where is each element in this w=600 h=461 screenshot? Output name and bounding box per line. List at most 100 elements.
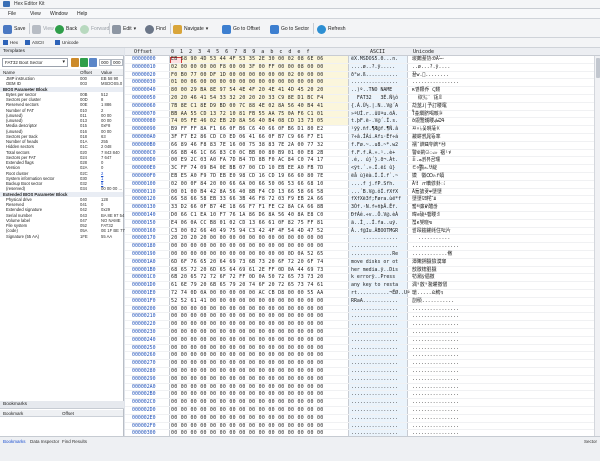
row-unicode[interactable]: 剒䅡........... [412, 298, 454, 306]
find-button[interactable]: Find [145, 23, 166, 35]
hex-row[interactable]: 00000100 02 00 0F 84 20 00 66 6A 00 66 50… [125, 181, 600, 189]
row-ascii[interactable]: ................ [351, 376, 398, 384]
row-ascii[interactable]: ä..Ì¸..Í.fa..uÿ. [351, 220, 398, 228]
row-ascii[interactable]: <ÿt.´.».Í.ëî û} [351, 165, 395, 173]
menu-view[interactable]: View [30, 11, 41, 17]
row-bytes[interactable]: 3C FF 74 09 B4 0E BB 07 00 CD 10 EB EE A… [171, 165, 324, 173]
row-unicode[interactable]: 莻莁ꓙ|予訂䁖䆴 [412, 103, 447, 111]
row-ascii[interactable]: ................ [351, 391, 398, 399]
hex-row[interactable]: 00000200 00 00 00 00 00 00 00 00 00 00 00… [125, 306, 600, 314]
row-ascii[interactable]: {.Á.Ù½.|.N..V@´A [351, 103, 398, 111]
template-select[interactable]: FAT32 Boot Sector [2, 58, 68, 67]
hex-row[interactable]: 00000050 20 20 46 41 54 33 32 20 20 20 33… [125, 95, 600, 103]
row-ascii[interactable]: any key to resta [351, 282, 398, 290]
tab-bookmarks[interactable]: Bookmarks [3, 439, 26, 444]
row-unicode[interactable]: ................ [412, 376, 459, 384]
row-unicode[interactable]: ................ [412, 321, 459, 329]
row-bytes[interactable]: 00 00 00 00 00 00 00 00 00 00 00 00 00 0… [171, 321, 324, 329]
row-ascii[interactable]: ëX.MSDOS5.0...n. [351, 56, 398, 64]
row-unicode[interactable]: ................ [412, 407, 459, 415]
row-unicode[interactable]: 䅆㍔′ 㼠ꏉ [412, 95, 442, 103]
row-unicode[interactable]: ................ [412, 423, 459, 431]
hex-row[interactable]: 000000E0 3C FF 74 09 B4 0E BB 07 00 CD 10… [125, 165, 600, 173]
row-bytes[interactable]: 00 00 00 00 00 00 00 00 00 00 00 00 00 0… [171, 376, 324, 384]
row-unicode[interactable]: Ȁꐏ ꙥ晪偐卦ၨ [412, 181, 445, 189]
row-unicode[interactable]: 瑲਍.....ଯ鮬꩕ [412, 290, 443, 298]
row-unicode[interactable]: ................ [412, 399, 459, 407]
row-bytes[interactable]: 00 00 00 00 00 00 00 00 00 00 00 00 00 0… [171, 306, 324, 314]
hex-row[interactable]: 00000220 00 00 00 00 00 00 00 00 00 00 00… [125, 321, 600, 329]
row-bytes[interactable]: 01 00 06 00 00 00 00 00 00 00 00 00 00 0… [171, 79, 324, 87]
row-bytes[interactable]: 00 00 00 00 00 00 00 00 00 00 00 00 00 0… [171, 337, 324, 345]
row-unicode[interactable]: ............਍敒 [412, 251, 452, 259]
row-bytes[interactable]: 00 E9 2C 03 A0 FA 7D B4 7D 8B F0 AC 84 C… [171, 157, 324, 165]
hex-row[interactable]: 00000130 33 D2 66 0F B7 4E 18 66 F7 F1 FE… [125, 204, 600, 212]
row-bytes[interactable]: 00 00 00 00 00 00 00 00 00 00 00 00 00 0… [171, 368, 324, 376]
row-bytes[interactable]: 00 00 00 00 00 00 00 00 00 00 00 00 00 0… [171, 415, 324, 423]
row-ascii[interactable]: ÐfÁê.÷v..Ö.V@.èÀ [351, 212, 398, 220]
row-ascii[interactable]: move disks or ot [351, 259, 398, 267]
row-unicode[interactable]: 쌀昂䥀鑵䋃住呍片 [412, 228, 451, 236]
hex-row[interactable]: 000001C0 6B 20 65 72 72 6F 72 FF 0D 0A 50… [125, 274, 600, 282]
row-ascii[interactable]: ................ [351, 407, 398, 415]
hex-row[interactable]: 00000210 00 00 00 00 00 00 00 00 00 00 00… [125, 313, 600, 321]
row-bytes[interactable]: F0 B0 77 00 DF 1D 00 00 00 00 00 00 02 0… [171, 72, 324, 80]
hex-row[interactable]: 00000190 00 00 00 00 00 00 00 00 00 00 00… [125, 251, 600, 259]
hex-row[interactable]: 00000260 00 00 00 00 00 00 00 00 00 00 00… [125, 352, 600, 360]
row-unicode[interactable]: ﾼ०ິ̻䴀௯ꃮ綻 [412, 165, 437, 173]
row-ascii[interactable]: rt...........¬ËØ..Uª [351, 290, 410, 298]
view-button[interactable]: View [32, 23, 54, 35]
hex-row[interactable]: 00000010 02 00 00 00 00 F8 00 00 3F 00 FF… [125, 64, 600, 72]
hex-row[interactable]: 00000250 00 00 00 00 00 00 00 00 00 00 00… [125, 345, 600, 353]
template-row[interactable]: Signature (55 AA) 1FE 55 AA [0, 234, 123, 239]
row-ascii[interactable]: ..............Re [351, 251, 398, 259]
vertical-scrollbar[interactable] [594, 56, 600, 436]
row-unicode[interactable]: ................ [412, 345, 459, 353]
row-ascii[interactable]: ............ [351, 235, 398, 243]
row-bytes[interactable]: 33 D2 66 0F B7 4E 18 66 F7 F1 FE C2 8A C… [171, 204, 324, 212]
navigate-button[interactable]: Navigate ▾ [173, 23, 208, 35]
row-bytes[interactable]: 02 00 00 00 00 F8 00 00 3F 00 FF 00 00 0… [171, 64, 324, 72]
row-ascii[interactable]: ?÷â.ÍÀí.Afı·Éf÷á [351, 134, 398, 142]
hex-row[interactable]: 000001D0 61 6E 79 20 6B 65 79 20 74 6F 20… [125, 282, 600, 290]
row-bytes[interactable]: E4 06 0A CC B8 01 02 CD 13 66 61 0F 82 7… [171, 220, 324, 228]
hex-row[interactable]: 00000020 F0 B0 77 00 DF 1D 00 00 00 00 00… [125, 72, 600, 80]
row-unicode[interactable]: ................ [412, 352, 459, 360]
row-bytes[interactable]: 00 00 00 00 00 00 00 00 00 00 00 00 00 0… [171, 352, 324, 360]
hex-row[interactable]: 000002F0 00 00 00 00 00 00 00 00 00 00 00… [125, 423, 600, 431]
template-down-icon[interactable] [89, 58, 97, 67]
row-ascii[interactable]: ..)º..TNO NAME [351, 87, 398, 95]
row-bytes[interactable]: 66 8B 46 1C 66 83 C0 0C BB 00 80 B9 01 0… [171, 150, 324, 158]
row-ascii[interactable]: ................ [351, 321, 398, 329]
row-unicode[interactable]: 嫫ﾠ徽Ꚙᬏf蠀 [412, 173, 444, 181]
row-bytes[interactable]: 7B 8E C1 8E D9 BD 00 7C 88 4E 02 8A 56 4… [171, 103, 324, 111]
goto-offset-button[interactable]: Go to Offset [222, 23, 260, 35]
row-ascii[interactable]: ................ [351, 313, 398, 321]
row-bytes[interactable]: BB AA 55 CD 13 72 10 81 FB 55 AA 75 0A F… [171, 111, 324, 119]
row-bytes[interactable]: 00 00 00 00 00 00 00 00 00 00 00 00 00 0… [171, 360, 324, 368]
row-bytes[interactable]: 74 05 FE 46 02 EB 2D 8A 56 40 B4 08 CD 1… [171, 118, 324, 126]
row-ascii[interactable]: ................ [351, 352, 398, 360]
row-unicode[interactable]: ................ [412, 337, 459, 345]
row-bytes[interactable]: 52 52 61 41 00 00 00 00 00 00 00 00 00 0… [171, 298, 324, 306]
template-start-field[interactable]: 000 [99, 59, 111, 66]
hex-row[interactable]: 000002D0 00 00 00 00 00 00 00 00 00 00 00… [125, 407, 600, 415]
row-bytes[interactable]: 00 00 00 00 00 00 00 00 00 00 00 00 00 0… [171, 399, 324, 407]
hex-row[interactable]: 00000170 20 20 20 20 00 00 00 00 00 00 00… [125, 235, 600, 243]
row-ascii[interactable]: ................ [351, 423, 398, 431]
row-unicode[interactable]: ................ [412, 368, 459, 376]
row-bytes[interactable]: C3 00 02 66 40 49 75 94 C3 42 4F 4F 54 4… [171, 228, 324, 236]
template-end-field[interactable]: 000 [111, 59, 123, 66]
row-ascii[interactable]: ................ [351, 337, 398, 345]
forward-button[interactable]: Forward [80, 23, 109, 35]
row-bytes[interactable]: 00 01 00 B4 42 8A 56 40 8B F4 CD 13 66 5… [171, 189, 324, 197]
hex-row[interactable]: 000001B0 68 65 72 20 6D 65 64 69 61 2E FF… [125, 267, 600, 275]
hex-row[interactable]: 000000A0 3F F7 E2 86 CD C0 ED 06 41 66 0F… [125, 134, 600, 142]
hex-row[interactable]: 00000040 80 00 29 BA 8E 97 54 4E 4F 20 4E… [125, 87, 600, 95]
hex-row[interactable]: 000001A0 6D 6F 76 65 20 64 69 73 6B 73 20… [125, 259, 600, 267]
row-bytes[interactable]: 00 00 00 00 00 00 00 00 00 00 00 00 00 0… [171, 329, 324, 337]
row-bytes[interactable]: 00 00 00 00 00 00 00 00 00 00 00 00 00 0… [171, 423, 324, 431]
hex-row[interactable]: 000001F0 52 52 61 41 00 00 00 00 00 00 00… [125, 298, 600, 306]
row-ascii[interactable]: ................ [351, 306, 398, 314]
row-ascii[interactable]: 3Òf.·N.f÷ñþÂ.Êf. [351, 204, 398, 212]
